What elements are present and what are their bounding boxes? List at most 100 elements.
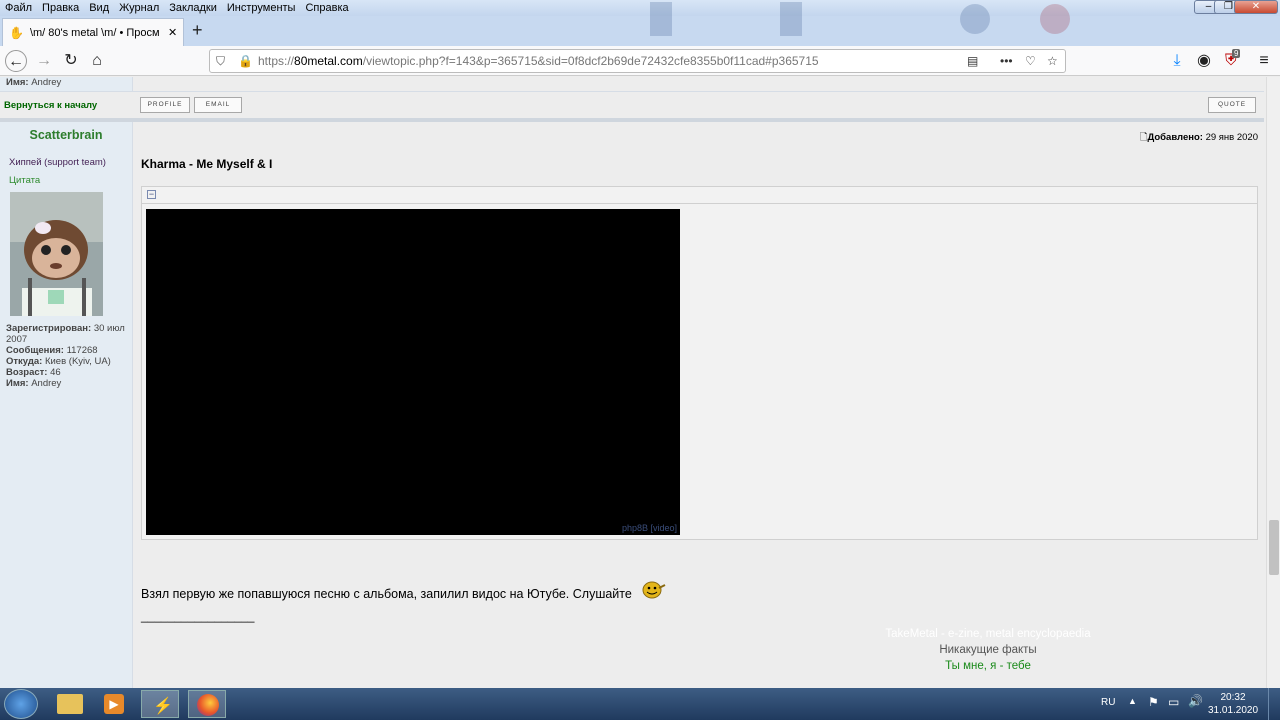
age-value: 46 — [50, 367, 61, 378]
prev-post-name: Имя: Andrey — [0, 77, 132, 89]
age-label: Возраст: — [6, 367, 48, 378]
clock-date: 31.01.2020 — [1208, 705, 1259, 716]
media-player-icon[interactable]: ▶ — [95, 690, 133, 718]
signature-link-takemetal[interactable]: TakeMetal - e-zine, metal encyclopaedia — [788, 626, 1188, 642]
post-date: 🗋Добавлено: 29 янв 2020 — [1140, 130, 1258, 146]
avatar — [10, 192, 103, 316]
prev-post-sidebar: Имя: Andrey — [0, 77, 133, 91]
back-to-top-link[interactable]: Вернуться к началу — [4, 100, 97, 111]
profile-button[interactable]: PROFILE — [140, 97, 190, 113]
messages-value: 117268 — [66, 345, 98, 356]
url-domain: 80metal.com — [294, 54, 363, 68]
prev-name-label: Имя: — [6, 77, 29, 88]
background-decoration — [640, 2, 1180, 42]
post-profile: Хиппей (support team) Цитата Зарегистрир… — [0, 147, 133, 688]
post-body: Взял первую же попавшуюся песню с альбом… — [141, 587, 632, 601]
user-name: Имя: Andrey — [6, 378, 128, 389]
video-label: php8B [video] — [621, 523, 677, 533]
added-label: Добавлено: — [1147, 132, 1203, 143]
tray-expand-icon[interactable]: ▲ — [1128, 696, 1137, 706]
tab-bar: ✋ \m/ 80's metal \m/ • Просмотр темы ✕ + — [0, 2, 1280, 46]
age: Возраст: 46 — [6, 367, 128, 378]
menu-file[interactable]: Файл — [0, 2, 37, 14]
quote-link[interactable]: Цитата — [9, 175, 40, 186]
tab-active[interactable]: ✋ \m/ 80's metal \m/ • Просмотр темы ✕ — [2, 18, 184, 46]
reload-icon[interactable]: ↻ — [60, 50, 82, 72]
menu-bookmarks[interactable]: Закладки — [164, 2, 222, 14]
url-path: /viewtopic.php?f=143&p=365715&sid=0f8dcf… — [362, 54, 819, 68]
start-button[interactable] — [4, 689, 38, 719]
ublock-badge: 9 — [1232, 49, 1241, 58]
new-tab-button[interactable]: + — [192, 20, 203, 41]
network-icon[interactable]: ▭ — [1168, 695, 1179, 709]
url-scheme: https:// — [258, 54, 295, 68]
bookmark-star-icon[interactable]: ☆ — [1047, 50, 1058, 72]
prev-post-footer: Вернуться к началу PROFILE EMAIL QUOTE — [0, 91, 1264, 117]
post-subject: Kharma - Me Myself & I — [141, 157, 273, 171]
collapse-icon[interactable]: − — [147, 190, 156, 199]
reader-view-icon[interactable]: ▤ — [967, 50, 978, 72]
menu-history[interactable]: Журнал — [114, 2, 164, 14]
video-box: − php8B [video] — [141, 186, 1258, 540]
registered-label: Зарегистрирован: — [6, 323, 92, 334]
page-favicon-icon: ✋ — [9, 25, 24, 40]
location: Откуда: Киев (Kyiv, UA) — [6, 356, 128, 367]
registered: Зарегистрирован: 30 июл 2007 — [6, 323, 128, 345]
tab-title: \m/ 80's metal \m/ • Просмотр темы — [29, 26, 160, 39]
signature-separator: _________________ — [141, 609, 255, 623]
account-icon[interactable]: ◉ — [1193, 50, 1215, 72]
pocket-icon[interactable]: ♡ — [1025, 50, 1036, 72]
volume-icon[interactable]: 🔊 — [1188, 694, 1203, 708]
scrollbar-thumb[interactable] — [1269, 520, 1279, 575]
nav-bar: ← → ↻ ⌂ ⛉ 🔒 https://80metal.com/viewtopi… — [0, 46, 1280, 76]
back-arrow-icon[interactable]: ← — [5, 50, 27, 72]
post-text: Взял первую же попавшуюся песню с альбом… — [141, 580, 667, 601]
url-bar[interactable]: ⛉ 🔒 https://80metal.com/viewtopic.php?f=… — [209, 49, 1066, 73]
user-details: Зарегистрирован: 30 июл 2007 Сообщения: … — [6, 323, 128, 389]
hamburger-menu-icon[interactable]: ≡ — [1253, 50, 1275, 72]
menu-help[interactable]: Справка — [300, 2, 353, 14]
smiley-icon — [642, 581, 666, 599]
quote-button[interactable]: QUOTE — [1208, 97, 1256, 113]
url-text[interactable]: https://80metal.com/viewtopic.php?f=143&… — [258, 50, 819, 72]
signature: TakeMetal - e-zine, metal encyclopaedia … — [788, 626, 1188, 674]
prev-name-value: Andrey — [31, 77, 62, 88]
post-author-cell: Scatterbrain — [0, 122, 133, 147]
user-rank: Хиппей (support team) — [9, 157, 106, 168]
menu-tools[interactable]: Инструменты — [222, 2, 301, 14]
action-center-flag-icon[interactable]: ⚑ — [1148, 695, 1159, 709]
menu-edit[interactable]: Правка — [37, 2, 84, 14]
winamp-icon[interactable]: ⚡ — [141, 690, 179, 718]
post-header: 🗋Добавлено: 29 янв 2020 — [134, 122, 1264, 147]
language-indicator[interactable]: RU — [1101, 697, 1115, 708]
taskbar: ▶ ⚡ RU ▲ ⚑ ▭ 🔊 20:32 31.01.2020 — [0, 688, 1280, 720]
explorer-icon[interactable] — [52, 690, 90, 718]
name-label: Имя: — [6, 378, 29, 389]
downloads-icon[interactable]: ⤓ — [1166, 50, 1188, 72]
page-content: Имя: Andrey Вернуться к началу PROFILE E… — [0, 77, 1280, 688]
email-button[interactable]: EMAIL — [194, 97, 242, 113]
clock-time: 20:32 — [1220, 692, 1246, 703]
page-actions-icon[interactable]: ••• — [1000, 50, 1013, 72]
messages-label: Сообщения: — [6, 345, 64, 356]
name-value: Andrey — [31, 378, 62, 389]
added-value: 29 янв 2020 — [1205, 132, 1258, 143]
page-scrollbar[interactable] — [1266, 77, 1280, 688]
forward-arrow-icon[interactable]: → — [33, 50, 55, 72]
from-label: Откуда: — [6, 356, 43, 367]
clock[interactable]: 20:32 31.01.2020 — [1208, 691, 1258, 717]
video-box-header: − — [142, 187, 1257, 204]
tracking-shield-icon[interactable]: ⛉ — [216, 50, 225, 72]
firefox-taskbar-icon[interactable] — [188, 690, 226, 718]
lock-icon[interactable]: 🔒 — [238, 50, 253, 72]
post-author[interactable]: Scatterbrain — [0, 128, 132, 142]
menu-view[interactable]: Вид — [84, 2, 114, 14]
show-desktop-button[interactable] — [1268, 688, 1280, 720]
signature-line-green: Ты мне, я - тебе — [945, 660, 1031, 672]
video-player[interactable]: php8B [video] — [146, 209, 680, 535]
close-window-button[interactable]: ✕ — [1234, 0, 1278, 14]
home-icon[interactable]: ⌂ — [86, 50, 108, 72]
tab-close-icon[interactable]: ✕ — [168, 26, 177, 39]
from-value: Киев (Kyiv, UA) — [44, 356, 111, 367]
messages: Сообщения: 117268 — [6, 345, 128, 356]
